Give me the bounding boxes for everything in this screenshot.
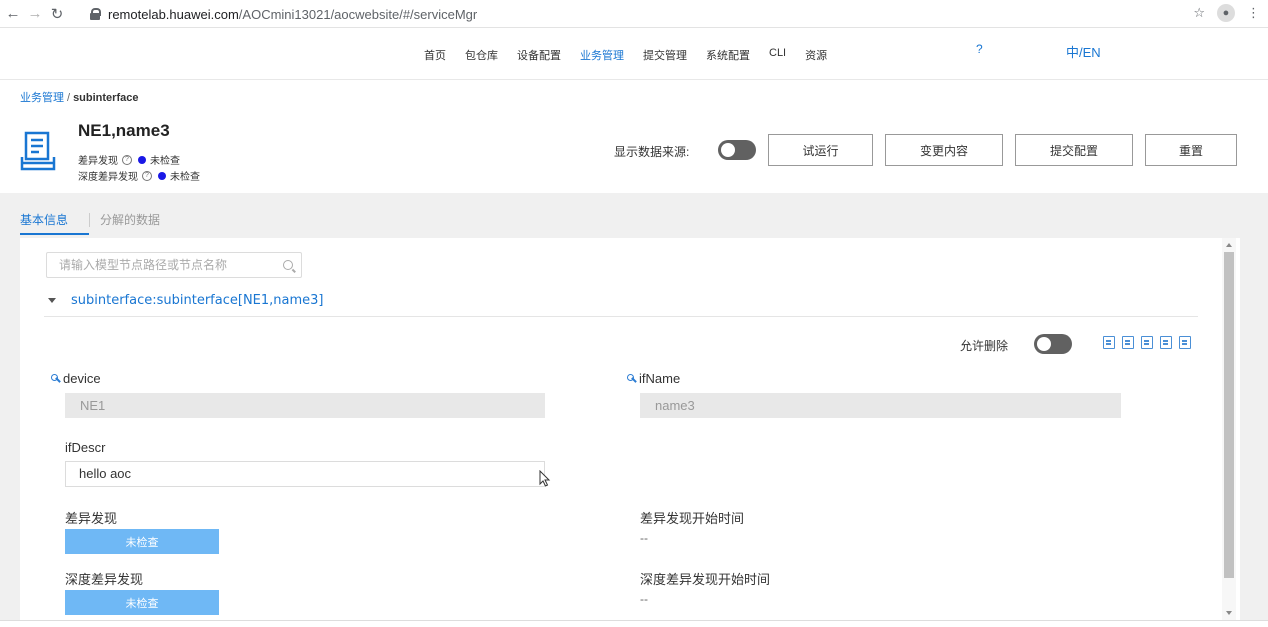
- diff-status-line: 差异发现 ? 未检查: [78, 152, 180, 167]
- ifdescr-label: ifDescr: [65, 440, 106, 455]
- nav-item-package-repo[interactable]: 包仓库: [465, 47, 498, 63]
- nav-item-home[interactable]: 首页: [424, 47, 446, 63]
- bottom-strip: [0, 620, 1268, 627]
- browser-menu-icon[interactable]: ⋮: [1247, 5, 1260, 21]
- deep-diff-status-button[interactable]: 未检查: [65, 590, 219, 615]
- export-icon[interactable]: [1141, 336, 1153, 349]
- scroll-thumb[interactable]: [1224, 252, 1234, 578]
- search-box: [46, 252, 302, 278]
- nav-item-commit-mgmt[interactable]: 提交管理: [643, 47, 687, 63]
- trial-run-button[interactable]: 试运行: [768, 134, 873, 166]
- deep-diff-status: 未检查: [170, 172, 200, 183]
- browser-toolbar: ← → ↻ remotelab.huawei.com /AOCmini13021…: [0, 0, 1268, 28]
- copy-icon[interactable]: [1103, 336, 1115, 349]
- tab-decomposed-data[interactable]: 分解的数据: [100, 211, 160, 235]
- deep-diff-start-value: --: [640, 592, 648, 606]
- object-title: NE1,name3: [78, 121, 170, 140]
- reload-icon[interactable]: ↻: [46, 3, 68, 25]
- nav-item-system-config[interactable]: 系统配置: [706, 47, 750, 63]
- clipboard-icon[interactable]: [1179, 336, 1191, 349]
- main-menu: 首页 包仓库 设备配置 业务管理 提交管理 系统配置 CLI 资源: [424, 47, 846, 63]
- tab-bar: 基本信息 分解的数据: [20, 211, 160, 235]
- search-input[interactable]: [59, 258, 283, 272]
- row-action-icons: [1103, 336, 1191, 349]
- device-label: device: [63, 371, 101, 386]
- breadcrumb-parent[interactable]: 业务管理: [20, 92, 64, 104]
- mouse-cursor-icon: [539, 470, 551, 487]
- ifdescr-field[interactable]: hello aoc: [65, 461, 545, 487]
- key-icon: [627, 374, 636, 383]
- device-label-row: device: [51, 371, 101, 386]
- lock-icon: [90, 8, 101, 20]
- url-path: /AOCmini13021/aocwebsite/#/serviceMgr: [238, 6, 478, 22]
- vertical-scrollbar[interactable]: [1222, 238, 1236, 620]
- ifname-label: ifName: [639, 371, 681, 386]
- change-content-button[interactable]: 变更内容: [885, 134, 1003, 166]
- address-bar[interactable]: remotelab.huawei.com /AOCmini13021/aocwe…: [84, 3, 1252, 25]
- paste-icon[interactable]: [1122, 336, 1134, 349]
- tree-node[interactable]: subinterface:subinterface[NE1,name3]: [48, 293, 324, 308]
- language-switch[interactable]: 中/EN: [1066, 42, 1101, 61]
- search-icon[interactable]: [283, 260, 293, 270]
- profile-avatar-icon[interactable]: ●: [1217, 4, 1235, 22]
- caret-down-icon[interactable]: [48, 298, 56, 303]
- detail-panel: subinterface:subinterface[NE1,name3] 允许删…: [20, 238, 1240, 620]
- breadcrumb-separator: /: [67, 92, 71, 104]
- url-host: remotelab.huawei.com: [108, 6, 239, 22]
- tab-basic-info[interactable]: 基本信息: [20, 211, 89, 235]
- nav-item-cli[interactable]: CLI: [769, 47, 786, 63]
- diff-status: 未检查: [150, 156, 180, 167]
- tree-node-path[interactable]: subinterface:subinterface[NE1,name3]: [71, 293, 324, 308]
- diff-label: 差异发现: [78, 156, 118, 167]
- deep-diff-label: 深度差异发现: [78, 172, 138, 183]
- allow-delete-toggle[interactable]: [1034, 334, 1072, 354]
- help-button[interactable]: ?: [976, 42, 983, 56]
- status-dot-icon: [138, 155, 146, 164]
- deep-diff-status-line: 深度差异发现 ? 未检查: [78, 168, 200, 183]
- allow-delete-label: 允许删除: [960, 339, 1009, 353]
- bookmark-star-icon[interactable]: ☆: [1193, 5, 1205, 21]
- key-icon: [51, 374, 60, 383]
- reset-button[interactable]: 重置: [1145, 134, 1237, 166]
- import-icon[interactable]: [1160, 336, 1172, 349]
- back-arrow-icon[interactable]: ←: [2, 3, 24, 25]
- ifname-field[interactable]: name3: [640, 393, 1121, 418]
- breadcrumb-current: subinterface: [73, 92, 139, 104]
- nav-item-service-mgmt[interactable]: 业务管理: [580, 47, 624, 63]
- submit-config-button[interactable]: 提交配置: [1015, 134, 1133, 166]
- device-field[interactable]: NE1: [65, 393, 545, 418]
- scroll-up-icon[interactable]: [1226, 243, 1232, 247]
- help-circle-icon[interactable]: ?: [142, 170, 152, 181]
- nav-item-resources[interactable]: 资源: [805, 47, 827, 63]
- document-icon: [20, 131, 56, 171]
- show-source-toggle[interactable]: [718, 140, 756, 160]
- ifname-label-row: ifName: [627, 371, 680, 386]
- divider: [44, 316, 1198, 317]
- status-dot-icon: [158, 171, 166, 180]
- diff-field-label: 差异发现: [65, 511, 118, 526]
- deep-diff-start-label: 深度差异发现开始时间: [640, 572, 771, 587]
- nav-item-device-config[interactable]: 设备配置: [517, 47, 561, 63]
- help-circle-icon[interactable]: ?: [122, 154, 132, 165]
- diff-start-label: 差异发现开始时间: [640, 511, 745, 526]
- breadcrumb: 业务管理 / subinterface: [20, 89, 138, 105]
- top-navigation: 首页 包仓库 设备配置 业务管理 提交管理 系统配置 CLI 资源 ? 中/EN: [0, 28, 1268, 80]
- diff-start-value: --: [640, 531, 648, 545]
- forward-arrow-icon[interactable]: →: [24, 3, 46, 25]
- scroll-down-icon[interactable]: [1226, 611, 1232, 615]
- tab-divider: [89, 213, 90, 227]
- deep-diff-field-label: 深度差异发现: [65, 572, 144, 587]
- diff-status-button[interactable]: 未检查: [65, 529, 219, 554]
- show-source-label: 显示数据来源:: [614, 145, 690, 159]
